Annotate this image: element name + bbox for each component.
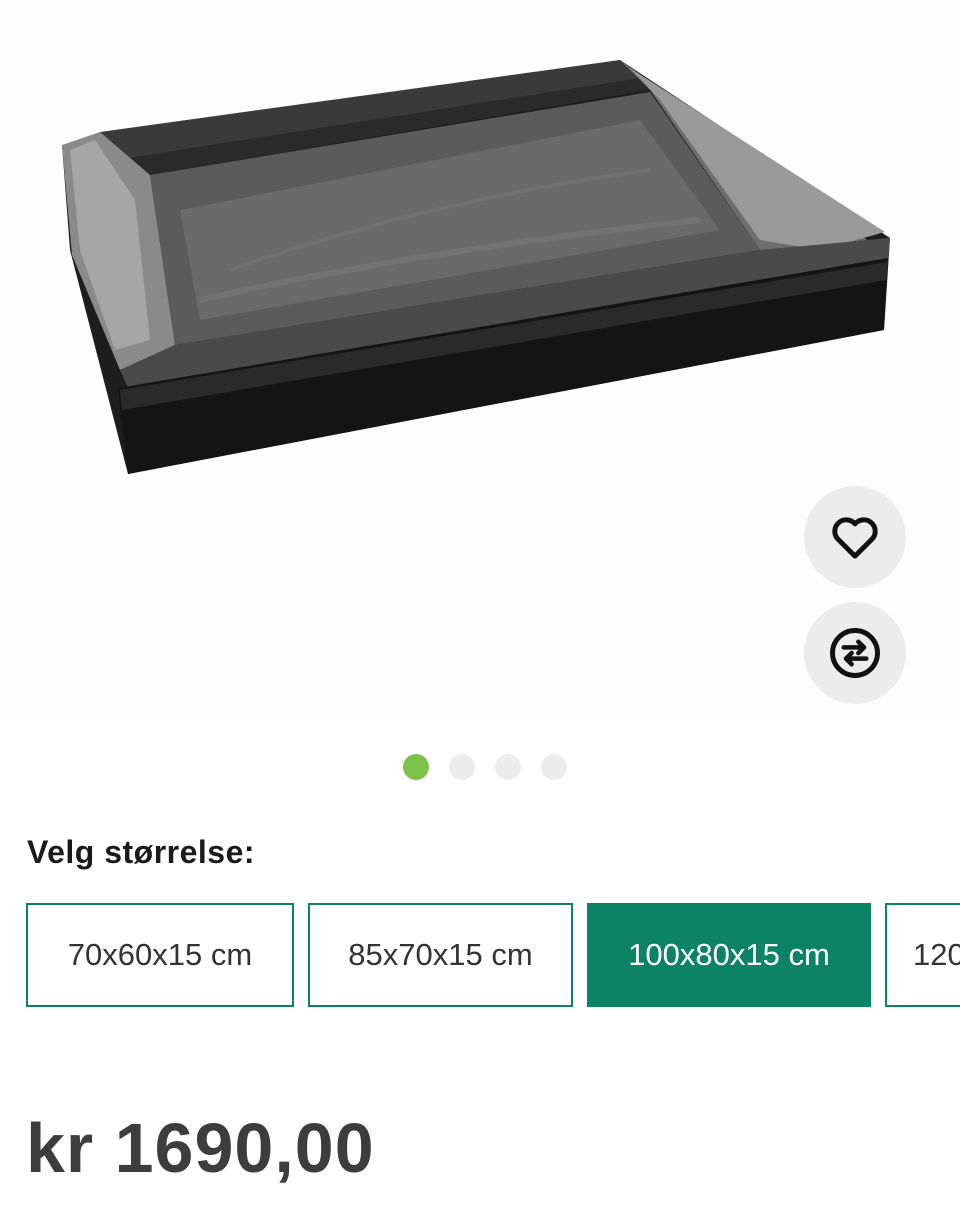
size-option-120[interactable]: 120 [885,903,960,1007]
product-image[interactable] [0,0,960,720]
size-selector-label: Velg størrelse: [27,834,256,870]
favorite-button[interactable] [804,486,906,588]
heart-icon [832,517,878,559]
carousel-dot-4[interactable] [541,754,567,780]
compare-button[interactable] [804,602,906,704]
carousel-dot-1[interactable] [403,754,429,780]
size-option-70x60x15[interactable]: 70x60x15 cm [26,903,294,1007]
carousel-dot-2[interactable] [449,754,475,780]
carousel-dots [0,754,960,780]
size-options: 70x60x15 cm 85x70x15 cm 100x80x15 cm 120 [26,903,960,1009]
product-price: kr 1690,00 [26,1109,375,1187]
product-gallery[interactable] [0,0,960,720]
compare-arrows-icon [830,628,880,678]
size-option-100x80x15[interactable]: 100x80x15 cm [587,903,871,1007]
size-option-85x70x15[interactable]: 85x70x15 cm [308,903,573,1007]
carousel-dot-3[interactable] [495,754,521,780]
